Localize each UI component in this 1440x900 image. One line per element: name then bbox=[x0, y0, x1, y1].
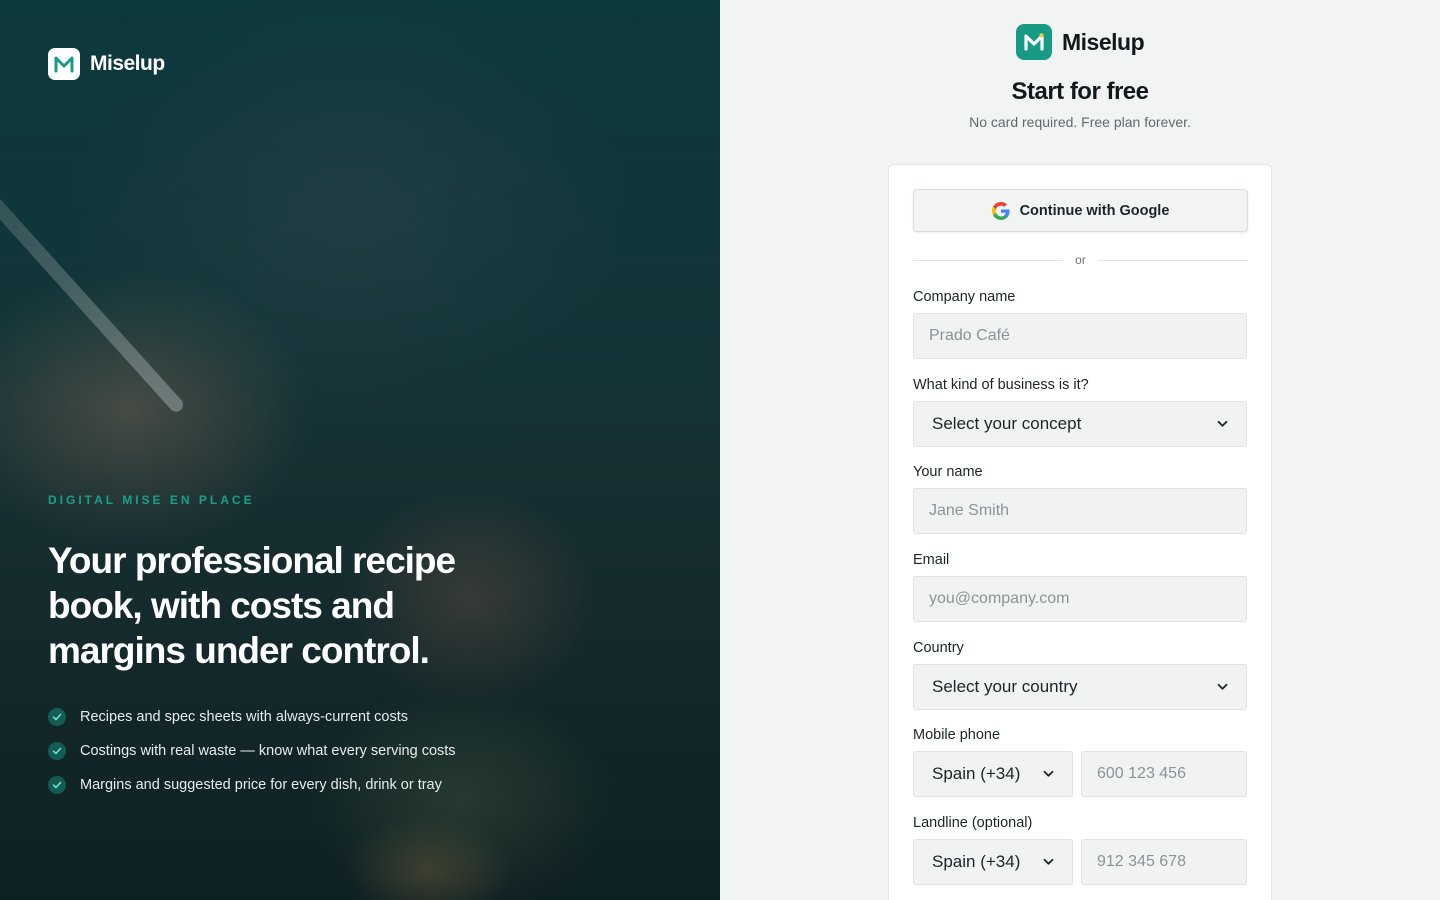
feature-text: Recipes and spec sheets with always-curr… bbox=[80, 709, 409, 725]
or-divider: or bbox=[913, 251, 1249, 269]
form-brand-name: Miselup bbox=[1062, 28, 1145, 55]
page-subtitle: No card required. Free plan forever. bbox=[969, 114, 1191, 130]
business-type-label: What kind of business is it? bbox=[913, 377, 1089, 393]
miselup-logo-icon bbox=[48, 48, 80, 80]
divider-text: or bbox=[1075, 253, 1086, 267]
form-brand[interactable]: Miselup bbox=[1016, 24, 1145, 60]
chevron-down-icon bbox=[1217, 420, 1228, 427]
divider-line bbox=[913, 259, 1064, 261]
mobile-phone-label: Mobile phone bbox=[913, 727, 1001, 743]
chevron-down-icon bbox=[1043, 858, 1054, 865]
landline-prefix-value: Spain (+34) bbox=[932, 852, 1021, 871]
feature-item: Costings with real waste — know what eve… bbox=[48, 734, 456, 768]
landline-input[interactable] bbox=[1081, 839, 1247, 885]
hero-brand[interactable]: Miselup bbox=[48, 48, 165, 80]
company-name-input[interactable] bbox=[913, 313, 1247, 359]
country-value: Select your country bbox=[932, 677, 1078, 696]
your-name-input[interactable] bbox=[913, 488, 1247, 534]
business-type-value: Select your concept bbox=[932, 414, 1082, 433]
mobile-prefix-value: Spain (+34) bbox=[932, 764, 1021, 783]
mobile-phone-input[interactable] bbox=[1081, 751, 1247, 797]
feature-text: Margins and suggested price for every di… bbox=[80, 777, 442, 793]
feature-item: Margins and suggested price for every di… bbox=[48, 768, 456, 802]
country-select[interactable]: Select your country bbox=[913, 664, 1247, 710]
signup-panel: Miselup Start for free No card required.… bbox=[720, 0, 1440, 900]
email-input[interactable] bbox=[913, 576, 1247, 622]
business-type-select[interactable]: Select your concept bbox=[913, 401, 1247, 447]
page-title: Start for free bbox=[1011, 78, 1149, 105]
landline-prefix-select[interactable]: Spain (+34) bbox=[913, 839, 1073, 885]
check-icon bbox=[48, 708, 66, 726]
google-button-label: Continue with Google bbox=[1019, 202, 1170, 219]
feature-list: Recipes and spec sheets with always-curr… bbox=[48, 700, 456, 802]
country-label: Country bbox=[913, 640, 964, 656]
google-signin-button[interactable]: Continue with Google bbox=[913, 189, 1248, 232]
chevron-down-icon bbox=[1043, 770, 1054, 777]
company-name-label: Company name bbox=[913, 289, 1016, 305]
hero-eyebrow: DIGITAL MISE EN PLACE bbox=[48, 493, 255, 507]
miselup-logo-icon bbox=[1016, 24, 1052, 60]
chevron-down-icon bbox=[1217, 683, 1228, 690]
hero-brand-name: Miselup bbox=[90, 52, 165, 75]
divider-line bbox=[1097, 259, 1249, 261]
your-name-label: Your name bbox=[913, 464, 983, 480]
signup-card: Continue with Google or Company name Wha… bbox=[888, 164, 1272, 900]
check-icon bbox=[48, 776, 66, 794]
hero-headline: Your professional recipe book, with cost… bbox=[48, 540, 456, 671]
landline-label: Landline (optional) bbox=[913, 815, 1033, 831]
feature-text: Costings with real waste — know what eve… bbox=[80, 743, 456, 759]
feature-item: Recipes and spec sheets with always-curr… bbox=[48, 700, 456, 734]
google-icon bbox=[991, 201, 1010, 220]
hero-panel: Miselup DIGITAL MISE EN PLACE Your profe… bbox=[0, 0, 720, 900]
check-icon bbox=[48, 742, 66, 760]
mobile-prefix-select[interactable]: Spain (+34) bbox=[913, 751, 1073, 797]
email-label: Email bbox=[913, 552, 950, 568]
